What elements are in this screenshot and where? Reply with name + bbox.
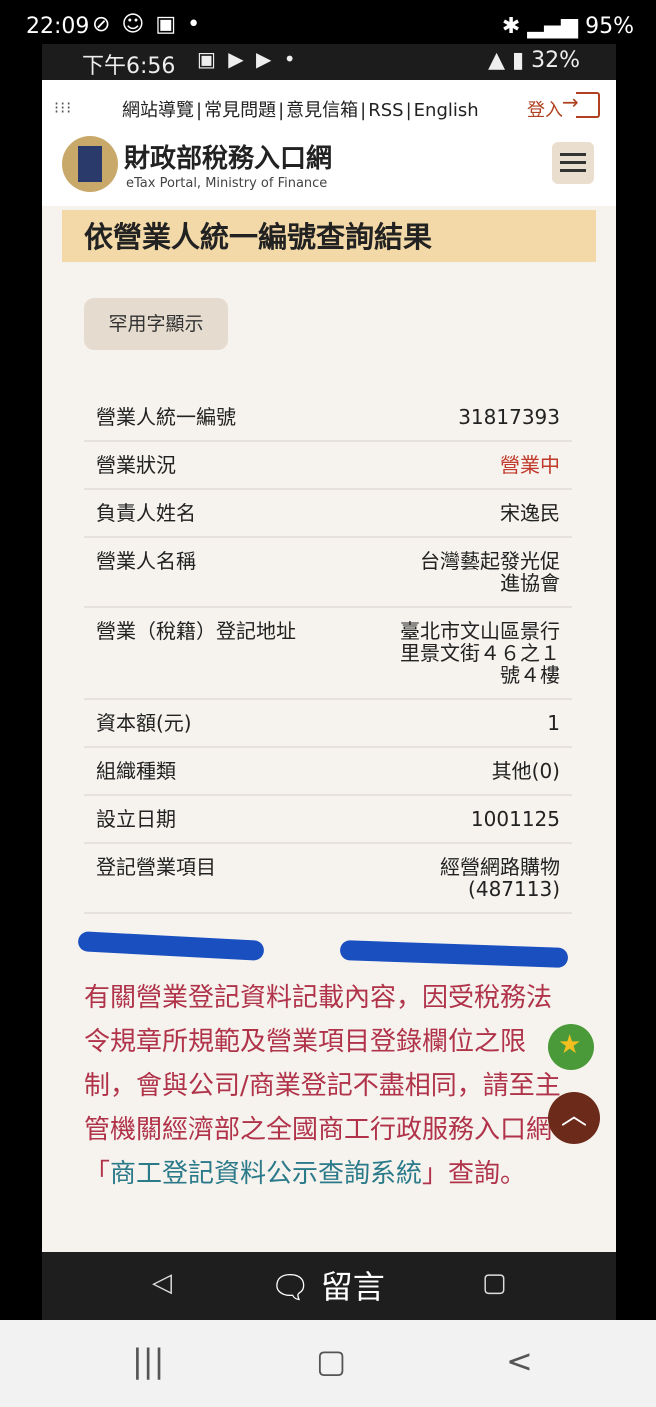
link-english[interactable]: English <box>414 100 479 121</box>
table-row: 營業人名稱 台灣藝起發光促進協會 <box>84 537 572 608</box>
ministry-logo <box>62 136 118 192</box>
brand-title[interactable]: 財政部稅務入口網 <box>124 138 332 175</box>
table-row: 負責人姓名 宋逸民 <box>84 489 572 538</box>
main-content: 依營業人統一編號查詢結果 罕用字顯示 營業人統一編號 31817393 營業狀況營… <box>42 206 616 1256</box>
menu-icon[interactable] <box>552 142 594 184</box>
top-links: 網站導覽 | 常見問題 | 意見信箱 | RSS | English <box>122 100 479 121</box>
link-rss[interactable]: RSS <box>368 100 403 121</box>
table-row: 組織種類 其他(0) <box>84 747 572 796</box>
rare-char-button[interactable]: 罕用字顯示 <box>84 298 228 350</box>
inner-screenshot: 下午6:56 ▣ ▶ ▶ • ▲ ▮ 32% ⁝⁝⁝ 網站導覽 | 常見問題 | 意見信… <box>42 44 616 1320</box>
table-row: 營業（稅籍）登記地址 臺北市文山區景行里景文街４６之１號４樓 <box>84 607 572 700</box>
back-icon[interactable]: < <box>506 1342 533 1380</box>
inner-nav-bar: ◁ 🗨 留言 ▢ <box>42 1252 616 1320</box>
link-sitemap[interactable]: 網站導覽 <box>122 100 194 121</box>
brand-subtitle: eTax Portal, Ministry of Finance <box>126 176 328 191</box>
inner-status-bar: 下午6:56 ▣ ▶ ▶ • ▲ ▮ 32% <box>42 44 616 80</box>
link-feedback[interactable]: 意見信箱 <box>286 100 358 121</box>
notification-icons: ⊘ ☺ ▣ • <box>92 12 203 37</box>
home-icon[interactable]: ▢ <box>316 1342 346 1380</box>
table-row: 營業狀況 營業中 <box>84 441 572 490</box>
back-to-top-icon[interactable]: ︿ <box>548 1092 600 1144</box>
table-row: 資本額(元) 1 <box>84 699 572 748</box>
status-value: 營業中 <box>346 441 572 490</box>
back-icon[interactable]: ◁ <box>152 1268 172 1298</box>
grid-dots-icon[interactable]: ⁝⁝⁝ <box>54 98 72 117</box>
phone-nav-bar: ||| ▢ < <box>0 1320 656 1407</box>
overflow-menu-icon[interactable]: ··· <box>608 100 616 152</box>
redaction-scribble <box>77 931 265 961</box>
site-header: ⁝⁝⁝ 網站導覽|常見問題|意見信箱|RSS|English 登入 財政部稅務入… <box>42 80 616 206</box>
recents-icon[interactable]: ▢ <box>482 1268 507 1298</box>
phone-clock: 22:09 <box>26 14 90 39</box>
recents-icon[interactable]: ||| <box>132 1342 164 1380</box>
table-row: 設立日期 1001125 <box>84 795 572 844</box>
login-link[interactable]: 登入 <box>527 96 563 122</box>
login-icon[interactable] <box>562 90 600 118</box>
inner-notification-icons: ▣ ▶ ▶ • <box>197 47 299 71</box>
accessibility-badge-icon[interactable] <box>548 1024 594 1070</box>
phone-battery: ✱ ▂▄▆ 95% <box>501 14 634 39</box>
table-row: 營業人統一編號 31817393 <box>84 394 572 442</box>
page-title: 依營業人統一編號查詢結果 <box>62 210 596 262</box>
result-table: 營業人統一編號 31817393 營業狀況 營業中 負責人姓名 宋逸民 營業人名稱 台灣… <box>84 394 572 914</box>
redaction-scribble <box>339 940 569 968</box>
table-row: 登記營業項目 經營網路購物(487113) <box>84 843 572 914</box>
comment-button[interactable]: 🗨 留言 <box>270 1262 385 1308</box>
registry-link[interactable]: 商工登記資料公示查詢系統 <box>110 1159 422 1189</box>
inner-clock: 下午6:56 <box>82 54 176 79</box>
link-faq[interactable]: 常見問題 <box>204 100 276 121</box>
notice-text: 有關營業登記資料記載內容，因受稅務法令規章所規範及營業項目登錄欄位之限制，會與公… <box>84 983 561 1189</box>
inner-battery: ▲ ▮ 32% <box>488 48 580 73</box>
